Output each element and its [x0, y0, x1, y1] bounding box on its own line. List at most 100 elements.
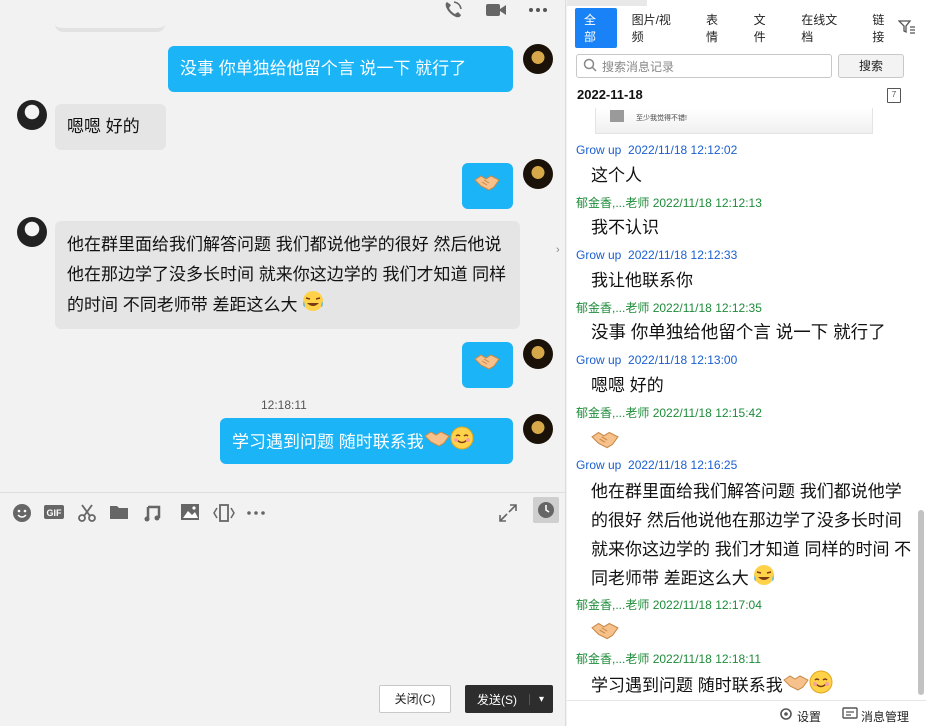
- preview-caption: 至少我觉得不错!: [636, 115, 687, 122]
- contact-avatar[interactable]: [17, 217, 47, 247]
- timestamp: 2022/11/18 12:13:00: [628, 353, 738, 367]
- image-icon[interactable]: [180, 503, 200, 523]
- timestamp: 2022/11/18 12:12:02: [628, 143, 738, 157]
- sender-name: Grow up: [576, 353, 622, 367]
- phone-icon[interactable]: [443, 1, 463, 18]
- history-entry-text: 嗯嗯 好的: [591, 376, 664, 395]
- smile-icon: [809, 670, 833, 703]
- message-text: 没事 你单独给他留个言 说一下 就行了: [180, 59, 467, 78]
- filter-files[interactable]: 文件: [745, 8, 787, 48]
- history-entry-emoji: [591, 619, 891, 650]
- my-avatar[interactable]: [523, 44, 553, 74]
- message-history-pane: 全部 图片/视频 表情 文件 在线文档 链接 搜索消息记录 搜索 2022-11…: [567, 0, 926, 726]
- close-button[interactable]: 关闭(C): [379, 685, 451, 713]
- filter-options-icon[interactable]: [897, 19, 916, 38]
- history-toggle-button[interactable]: [533, 497, 559, 523]
- sender-name: Grow up: [576, 248, 622, 262]
- message-bubble-outgoing[interactable]: [462, 342, 513, 388]
- history-filters: 全部 图片/视频 表情 文件 在线文档 链接: [575, 8, 916, 48]
- search-button[interactable]: 搜索: [838, 54, 904, 78]
- history-entry-body: 他在群里面给我们解答问题 我们都说他学的很好 然后他说他在那边学了没多长时间 就…: [591, 482, 912, 588]
- handshake-icon: [474, 351, 500, 381]
- settings-gear-icon[interactable]: [779, 707, 793, 724]
- history-scrollbar[interactable]: [918, 510, 924, 695]
- sender-name: Grow up: [576, 143, 622, 157]
- chevron-down-icon[interactable]: ▾: [529, 693, 553, 705]
- folder-icon[interactable]: [109, 503, 129, 523]
- timestamp: 2022/11/18 12:12:33: [628, 248, 738, 262]
- history-entry-header: Grow up 2022/11/18 12:16:25: [576, 458, 737, 472]
- chat-pane: 没事 你单独给他留个言 说一下 就行了 嗯嗯 好的 他在群里面给我们解答问题 我…: [0, 0, 566, 726]
- previous-message-edge: [55, 0, 165, 32]
- message-bubble-incoming[interactable]: 他在群里面给我们解答问题 我们都说他学的很好 然后他说他在那边学了没多长时间 就…: [55, 221, 520, 329]
- emoji-icon[interactable]: [12, 503, 32, 523]
- timestamp: 2022/11/18 12:12:13: [652, 196, 762, 210]
- message-bubble-outgoing[interactable]: [462, 163, 513, 209]
- screenshot-scissors-icon[interactable]: [77, 503, 97, 523]
- contact-avatar[interactable]: [17, 100, 47, 130]
- message-bubble-outgoing[interactable]: 没事 你单独给他留个言 说一下 就行了: [168, 46, 513, 92]
- gif-icon[interactable]: GIF: [43, 503, 65, 523]
- music-icon[interactable]: [143, 503, 163, 523]
- search-placeholder: 搜索消息记录: [602, 59, 675, 74]
- filter-images-videos[interactable]: 图片/视频: [623, 8, 691, 48]
- preview-thumbnail: [610, 110, 624, 122]
- svg-text:GIF: GIF: [47, 508, 63, 518]
- message-manage-link[interactable]: 消息管理: [861, 708, 909, 725]
- collapse-arrow-icon[interactable]: ›: [556, 244, 565, 268]
- history-entry-header: 郁金香,...老师 2022/11/18 12:17:04: [576, 596, 762, 613]
- handshake-icon: [782, 672, 809, 701]
- history-entry-header: 郁金香,...老师 2022/11/18 12:12:13: [576, 194, 762, 211]
- time-divider: 12:18:11: [261, 398, 307, 412]
- history-search-input[interactable]: 搜索消息记录: [576, 54, 832, 78]
- chat-window: 没事 你单独给他留个言 说一下 就行了 嗯嗯 好的 他在群里面给我们解答问题 我…: [0, 0, 926, 726]
- sender-name: 郁金香,...老师: [576, 301, 650, 315]
- sender-name: 郁金香,...老师: [576, 196, 650, 210]
- message-text: 嗯嗯 好的: [67, 117, 140, 136]
- my-avatar[interactable]: [523, 414, 553, 444]
- send-button-label: 发送(S): [477, 692, 517, 707]
- history-footer: 设置 消息管理: [567, 700, 926, 726]
- sender-name: Grow up: [576, 458, 622, 472]
- my-avatar[interactable]: [523, 339, 553, 369]
- screen-share-icon[interactable]: [212, 503, 236, 523]
- image-message-preview[interactable]: 至少我觉得不错!: [595, 108, 873, 134]
- tears-of-joy-icon: [753, 564, 775, 595]
- filter-all[interactable]: 全部: [575, 8, 617, 48]
- timestamp: 2022/11/18 12:12:35: [652, 301, 762, 315]
- settings-link[interactable]: 设置: [797, 708, 821, 725]
- history-date: 2022-11-18: [577, 87, 643, 102]
- history-entry-text: 我不认识: [591, 218, 659, 237]
- filter-links[interactable]: 链接: [863, 8, 898, 48]
- filter-emojis[interactable]: 表情: [697, 8, 739, 48]
- handshake-icon: [591, 622, 619, 645]
- history-entry-text: 这个人: [591, 166, 642, 185]
- sender-name: 郁金香,...老师: [576, 652, 650, 666]
- history-entry-emoji: [591, 428, 891, 459]
- history-entry-header: Grow up 2022/11/18 12:13:00: [576, 353, 737, 367]
- filter-online-docs[interactable]: 在线文档: [792, 8, 857, 48]
- more-icon[interactable]: [527, 1, 547, 17]
- history-entry-header: 郁金香,...老师 2022/11/18 12:15:42: [576, 404, 762, 421]
- search-icon: [583, 58, 597, 75]
- history-tab-edge: [567, 0, 647, 6]
- tears-of-joy-icon: [302, 290, 324, 322]
- more-tools-icon[interactable]: [245, 503, 267, 523]
- handshake-icon: [591, 431, 619, 454]
- history-entry-header: 郁金香,...老师 2022/11/18 12:12:35: [576, 299, 762, 316]
- expand-icon[interactable]: [498, 503, 518, 523]
- send-button[interactable]: 发送(S) ▾: [465, 685, 553, 713]
- message-manage-icon[interactable]: [842, 707, 858, 724]
- history-entry-text: 学习遇到问题 随时联系我: [591, 670, 891, 703]
- timestamp: 2022/11/18 12:16:25: [628, 458, 738, 472]
- history-entry-text: 我让他联系你: [591, 271, 693, 290]
- history-entry-header: Grow up 2022/11/18 12:12:02: [576, 143, 737, 157]
- timestamp: 2022/11/18 12:18:11: [652, 652, 762, 666]
- video-call-icon[interactable]: [485, 1, 506, 17]
- message-bubble-incoming[interactable]: 嗯嗯 好的: [55, 104, 166, 150]
- message-text: 他在群里面给我们解答问题 我们都说他学的很好 然后他说他在那边学了没多长时间 就…: [67, 235, 507, 315]
- calendar-icon[interactable]: 7: [887, 88, 901, 103]
- input-toolbar: GIF: [0, 492, 565, 532]
- my-avatar[interactable]: [523, 159, 553, 189]
- message-bubble-outgoing[interactable]: 学习遇到问题 随时联系我: [220, 418, 513, 464]
